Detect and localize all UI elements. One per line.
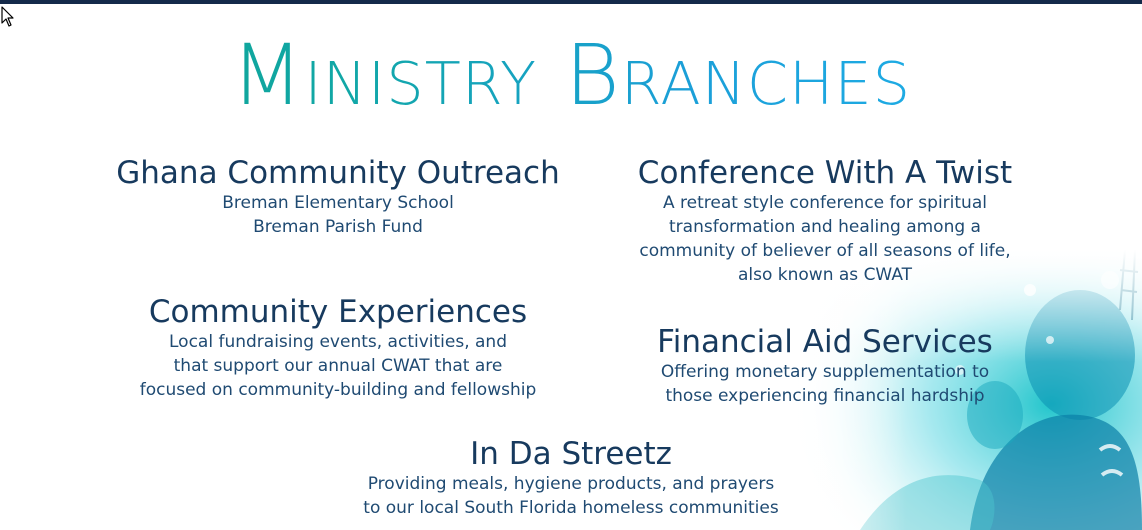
branch-financial-aid-services: Financial Aid Services Offering monetary…	[585, 324, 1065, 408]
branch-ghana-community-outreach: Ghana Community Outreach Breman Elementa…	[98, 155, 578, 239]
branch-heading: Ghana Community Outreach	[116, 155, 560, 191]
top-bar	[0, 0, 1142, 4]
branch-description-line: community of believer of all seasons of …	[639, 241, 1011, 261]
branch-conference-with-a-twist: Conference With A Twist A retreat style …	[585, 155, 1065, 287]
branch-heading: Conference With A Twist	[637, 155, 1013, 191]
branch-description-line: Offering monetary supplementation to	[660, 362, 990, 382]
branch-description-line: focused on community-building and fellow…	[139, 380, 537, 400]
branch-description-line: to our local South Florida homeless comm…	[363, 498, 779, 518]
branch-description-line: those experiencing financial hardship	[665, 386, 985, 406]
branch-description-line: transformation and healing among a	[669, 217, 981, 237]
branch-heading: Financial Aid Services	[657, 324, 993, 360]
branch-description-line: A retreat style conference for spiritual	[663, 193, 987, 213]
branch-heading: Community Experiences	[148, 294, 528, 330]
branch-community-experiences: Community Experiences Local fundraising …	[98, 294, 578, 402]
branch-description-line: Breman Elementary School	[222, 193, 454, 213]
branch-description-line: that support our annual CWAT that are	[173, 356, 503, 376]
branch-description-line: Breman Parish Fund	[253, 217, 423, 237]
branch-description-line: Local fundraising events, activities, an…	[169, 332, 507, 352]
branch-heading: In Da Streetz	[470, 436, 672, 472]
page-title: Ministry Branches	[0, 20, 1142, 130]
branch-description-line: also known as CWAT	[737, 265, 913, 285]
branch-description-line: Providing meals, hygiene products, and p…	[367, 474, 775, 494]
branch-in-da-streetz: In Da Streetz Providing meals, hygiene p…	[331, 436, 811, 520]
